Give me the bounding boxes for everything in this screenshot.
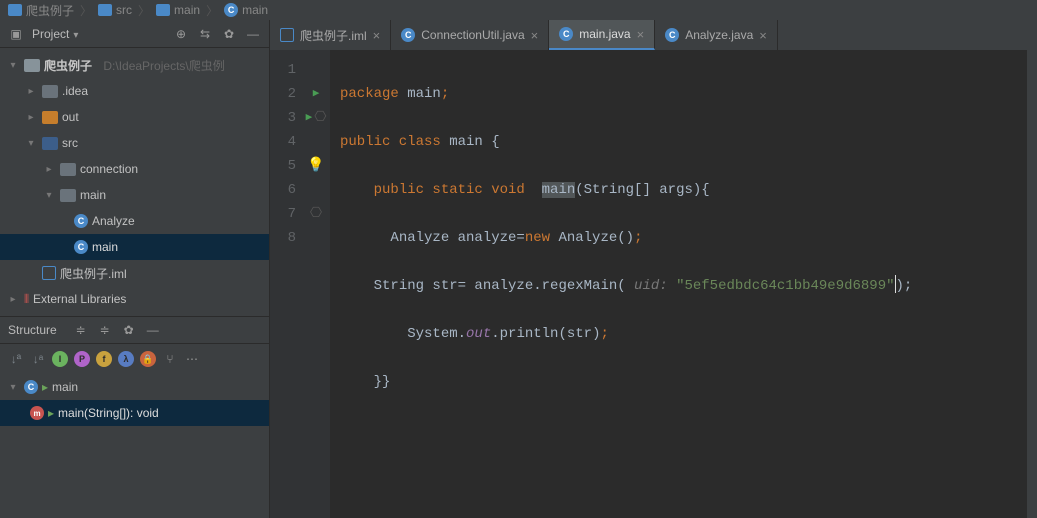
close-icon[interactable]: × — [531, 28, 539, 43]
project-panel-header: ▣ Project ⊕ ⇆ ✿ — — [0, 20, 269, 48]
chevron-down-icon: ▾ — [6, 382, 20, 393]
folder-icon — [42, 111, 58, 124]
minimize-icon[interactable]: — — [145, 322, 161, 338]
chevron-down-icon: ▾ — [24, 138, 38, 149]
gutter-icons: ▶ ▶⎔ 💡 ⎔ — [302, 50, 330, 518]
sort-icon[interactable]: ↓ᵃ — [30, 351, 46, 367]
breadcrumb-item[interactable]: Cmain — [224, 3, 268, 17]
sort-icon[interactable]: ↓ª — [8, 351, 24, 367]
tree-iml[interactable]: 爬虫例子.iml — [0, 260, 269, 286]
chevron-right-icon: ▸ — [24, 86, 38, 97]
filter-field-icon[interactable]: f — [96, 351, 112, 367]
method-icon: m — [30, 406, 44, 420]
filter-method-icon[interactable]: λ — [118, 351, 134, 367]
lightbulb-icon[interactable]: 💡 — [307, 154, 324, 178]
folder-icon — [8, 4, 22, 16]
breadcrumb: 爬虫例子 〉 src 〉 main 〉 Cmain — [0, 0, 1037, 20]
square-icon[interactable]: ▣ — [8, 26, 24, 42]
close-icon[interactable]: × — [637, 27, 645, 42]
folder-icon — [156, 4, 170, 16]
breadcrumb-item[interactable]: src — [98, 3, 132, 17]
tree-main-pkg[interactable]: ▾main — [0, 182, 269, 208]
class-icon: C — [24, 380, 38, 394]
scrollbar[interactable] — [1027, 50, 1037, 518]
chevron-right-icon: 〉 — [138, 2, 150, 19]
tree-out[interactable]: ▸out — [0, 104, 269, 130]
tab-iml[interactable]: 爬虫例子.iml× — [270, 20, 391, 50]
structure-method[interactable]: m▸main(String[]): void — [0, 400, 269, 426]
override-icon: ⎔ — [314, 106, 326, 130]
filter-property-icon[interactable]: P — [74, 351, 90, 367]
filter-lock-icon[interactable]: 🔒 — [140, 351, 156, 367]
package-icon — [60, 163, 76, 176]
runnable-icon: ▸ — [48, 406, 54, 420]
class-icon: C — [74, 240, 88, 254]
chevron-down-icon — [73, 27, 78, 41]
code-text[interactable]: package main; public class main { public… — [330, 50, 1037, 518]
class-icon: C — [665, 28, 679, 42]
structure-panel-header: Structure ≑ ≑ ✿ — — [0, 316, 269, 344]
class-icon: C — [224, 3, 238, 17]
chevron-right-icon: ▸ — [24, 112, 38, 123]
project-tree: ▾爬虫例子 D:\IdeaProjects\爬虫例 ▸.idea ▸out ▾s… — [0, 48, 269, 316]
close-icon[interactable]: × — [759, 28, 767, 43]
collapse-icon[interactable]: ≑ — [97, 322, 113, 338]
tab-main[interactable]: Cmain.java× — [549, 20, 655, 50]
chevron-down-icon: ▾ — [6, 60, 20, 71]
tree-main-class[interactable]: Cmain — [0, 234, 269, 260]
structure-tree: ▾C▸main m▸main(String[]): void — [0, 374, 269, 426]
target-icon[interactable]: ⊕ — [173, 26, 189, 42]
filter-class-icon[interactable]: I — [52, 351, 68, 367]
gear-icon[interactable]: ✿ — [221, 26, 237, 42]
panel-title[interactable]: Project — [32, 27, 78, 41]
expand-icon[interactable]: ≑ — [73, 322, 89, 338]
collapse-icon[interactable]: ⇆ — [197, 26, 213, 42]
module-icon — [42, 266, 56, 280]
chevron-right-icon: 〉 — [206, 2, 218, 19]
runnable-icon: ▸ — [42, 380, 48, 394]
tree-idea[interactable]: ▸.idea — [0, 78, 269, 104]
module-icon — [280, 28, 294, 42]
structure-class[interactable]: ▾C▸main — [0, 374, 269, 400]
class-icon: C — [401, 28, 415, 42]
close-icon[interactable]: × — [373, 28, 381, 43]
tab-connectionutil[interactable]: CConnectionUtil.java× — [391, 20, 549, 50]
run-icon[interactable]: ▶ — [313, 82, 320, 106]
tree-project-root[interactable]: ▾爬虫例子 D:\IdeaProjects\爬虫例 — [0, 52, 269, 78]
tab-analyze[interactable]: CAnalyze.java× — [655, 20, 778, 50]
code-area[interactable]: 12345678 ▶ ▶⎔ 💡 ⎔ package main; public c… — [270, 50, 1037, 518]
graph-icon[interactable]: ⑂ — [162, 351, 178, 367]
block-end-icon: ⎔ — [310, 202, 322, 226]
chevron-right-icon: 〉 — [80, 2, 92, 19]
tree-external-libraries[interactable]: ▸⫴External Libraries — [0, 286, 269, 312]
structure-toolbar: ↓ª ↓ᵃ I P f λ 🔒 ⑂ ⋯ — [0, 344, 269, 374]
folder-icon — [24, 59, 40, 72]
chevron-right-icon: ▸ — [6, 294, 20, 305]
folder-icon — [42, 85, 58, 98]
class-icon: C — [559, 27, 573, 41]
run-icon[interactable]: ▶ — [306, 106, 313, 130]
sidebar: ▣ Project ⊕ ⇆ ✿ — ▾爬虫例子 D:\IdeaProjects\… — [0, 20, 270, 518]
editor-tabs: 爬虫例子.iml× CConnectionUtil.java× Cmain.ja… — [270, 20, 1037, 50]
folder-icon — [42, 137, 58, 150]
minimize-icon[interactable]: — — [245, 26, 261, 42]
chevron-down-icon: ▾ — [42, 190, 56, 201]
editor-area: 爬虫例子.iml× CConnectionUtil.java× Cmain.ja… — [270, 20, 1037, 518]
package-icon — [60, 189, 76, 202]
tree-analyze[interactable]: CAnalyze — [0, 208, 269, 234]
folder-icon — [98, 4, 112, 16]
class-icon: C — [74, 214, 88, 228]
breadcrumb-item[interactable]: main — [156, 3, 200, 17]
chevron-right-icon: ▸ — [42, 164, 56, 175]
tree-src[interactable]: ▾src — [0, 130, 269, 156]
line-gutter: 12345678 — [270, 50, 302, 518]
tree-connection[interactable]: ▸connection — [0, 156, 269, 182]
gear-icon[interactable]: ✿ — [121, 322, 137, 338]
library-icon: ⫴ — [24, 292, 29, 307]
more-icon[interactable]: ⋯ — [184, 351, 200, 367]
breadcrumb-item[interactable]: 爬虫例子 — [8, 2, 74, 19]
panel-title[interactable]: Structure — [8, 323, 57, 337]
